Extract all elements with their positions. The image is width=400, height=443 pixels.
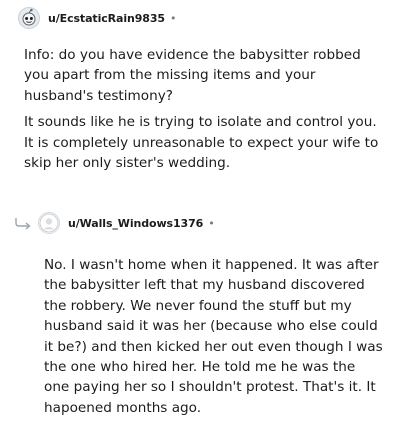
reply-arrow-icon bbox=[14, 216, 32, 230]
comment-paragraph: No. I wasn't home when it happened. It w… bbox=[44, 257, 383, 416]
snoo-avatar-icon[interactable] bbox=[18, 7, 40, 29]
comment-header: u/Walls_Windows1376 • bbox=[14, 212, 215, 234]
comment-header: u/EcstaticRain9835 • bbox=[18, 7, 176, 29]
comment-username[interactable]: u/Walls_Windows1376 bbox=[68, 217, 203, 230]
meta-separator: • bbox=[169, 11, 177, 25]
comment-paragraph: Info: do you have evidence the babysitte… bbox=[24, 47, 361, 104]
comment-username[interactable]: u/EcstaticRain9835 bbox=[48, 12, 165, 25]
comment-paragraph: It sounds like he is trying to isolate a… bbox=[24, 114, 379, 172]
comment-body: No. I wasn't home when it happened. It w… bbox=[44, 255, 384, 424]
comment-body: Info: do you have evidence the babysitte… bbox=[24, 45, 380, 179]
default-avatar-icon[interactable] bbox=[38, 212, 60, 234]
meta-separator: • bbox=[208, 216, 215, 230]
